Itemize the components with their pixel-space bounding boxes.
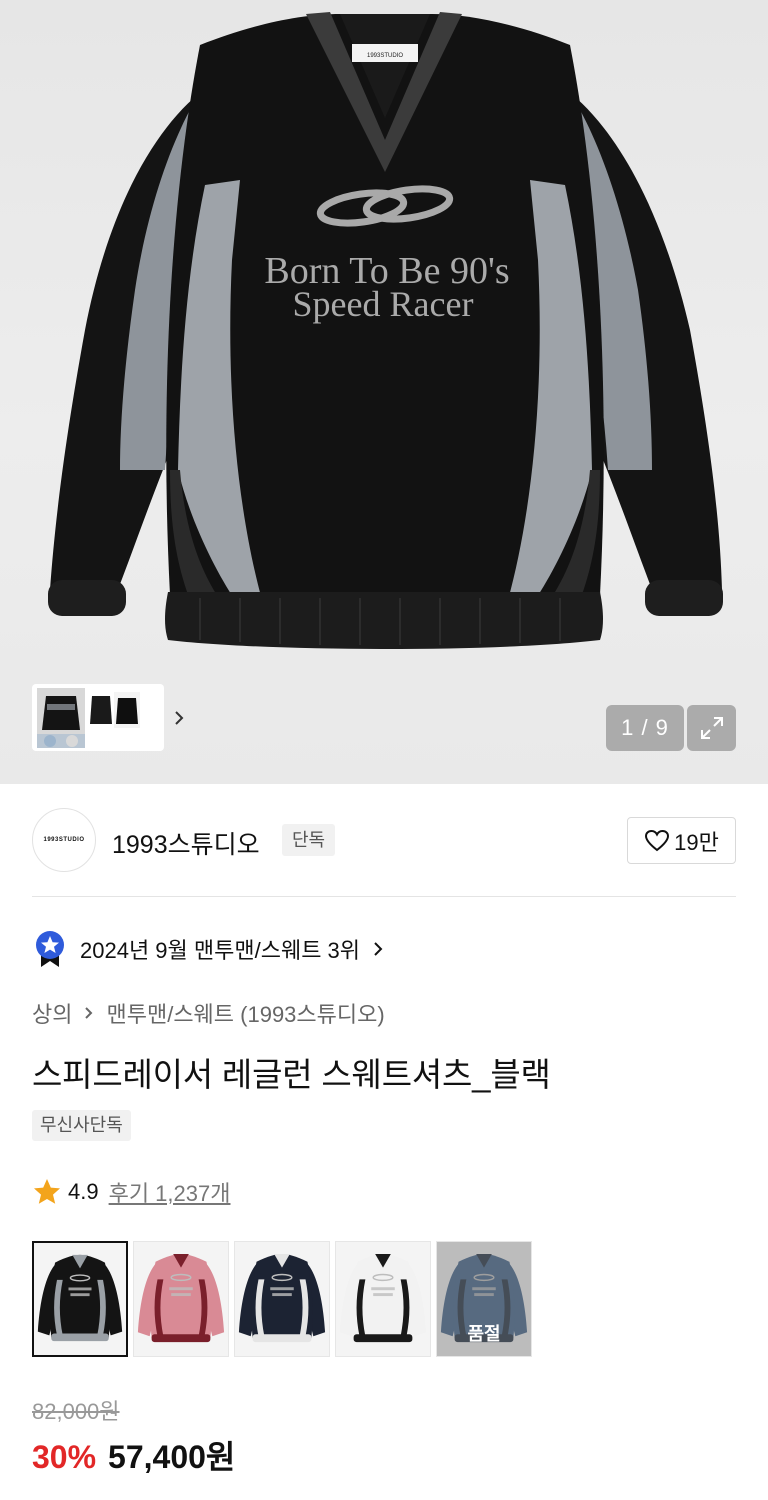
chevron-right-icon[interactable] bbox=[170, 704, 190, 732]
star-icon bbox=[34, 1179, 60, 1204]
ranking-link[interactable]: 2024년 9월 맨투맨/스웨트 3위 bbox=[34, 930, 386, 968]
discount-rate: 30% bbox=[32, 1439, 97, 1475]
chevron-right-icon bbox=[82, 1003, 96, 1023]
variant-pink[interactable] bbox=[133, 1241, 229, 1357]
like-count: 19만 bbox=[674, 829, 719, 855]
thumbnail-images bbox=[37, 688, 140, 748]
expand-button[interactable] bbox=[687, 705, 736, 751]
brand-exclusive-badge: 단독 bbox=[282, 824, 336, 856]
color-variant-list: 품절 bbox=[32, 1241, 532, 1357]
chevron-right-icon bbox=[374, 942, 383, 956]
variant-blue[interactable]: 품절 bbox=[436, 1241, 532, 1357]
brand-row: 1993STUDIO 1993스튜디오 단독 19만 bbox=[32, 808, 736, 872]
product-image-gallery[interactable]: 1993STUDIO Born To Be 90's Speed Racer 1… bbox=[0, 0, 768, 784]
neck-label-text: 1993STUDIO bbox=[367, 53, 403, 59]
variant-black[interactable] bbox=[32, 1241, 128, 1357]
heart-icon bbox=[645, 829, 670, 851]
variant-white[interactable] bbox=[335, 1241, 431, 1357]
variant-thumbnail bbox=[37, 1254, 123, 1342]
divider bbox=[32, 896, 736, 897]
product-main-image: 1993STUDIO Born To Be 90's Speed Racer bbox=[48, 12, 723, 649]
soldout-label: 품절 bbox=[467, 1324, 501, 1344]
variant-thumbnail bbox=[137, 1253, 225, 1343]
review-link[interactable]: 후기 1,237개 bbox=[109, 1176, 231, 1208]
brand-logo[interactable]: 1993STUDIO bbox=[32, 808, 96, 872]
rating: 4.9 후기 1,237개 bbox=[32, 1176, 230, 1208]
brand-logo-text: 1993STUDIO bbox=[43, 837, 85, 843]
image-counter: 1 / 9 bbox=[606, 705, 684, 751]
product-title: 스피드레이서 레글런 스웨트셔츠_블랙 bbox=[32, 1056, 551, 1093]
expand-icon bbox=[700, 717, 723, 739]
variant-thumbnail bbox=[339, 1253, 427, 1343]
original-price: 82,000원 bbox=[32, 1399, 120, 1424]
variant-navy[interactable] bbox=[234, 1241, 330, 1357]
sale-price: 57,400원 bbox=[108, 1439, 236, 1475]
ranking-text: 2024년 9월 맨투맨/스웨트 3위 bbox=[80, 938, 361, 963]
print-line-2: Speed Racer bbox=[293, 284, 474, 324]
exclusive-tag: 무신사단독 bbox=[32, 1110, 131, 1141]
price-row: 30% 57,400원 bbox=[32, 1432, 235, 1478]
breadcrumb: 상의 맨투맨/스웨트 (1993스튜디오) bbox=[32, 997, 385, 1029]
variant-thumbnail bbox=[238, 1253, 326, 1343]
like-button[interactable]: 19만 bbox=[627, 817, 736, 864]
breadcrumb-subcategory[interactable]: 맨투맨/스웨트 (1993스튜디오) bbox=[106, 997, 384, 1029]
brand-name[interactable]: 1993스튜디오 bbox=[112, 825, 260, 861]
rating-score: 4.9 bbox=[68, 1179, 99, 1204]
ranking-badge-icon bbox=[36, 931, 64, 967]
breadcrumb-category[interactable]: 상의 bbox=[32, 997, 72, 1029]
thumbnail-strip[interactable] bbox=[32, 684, 184, 751]
